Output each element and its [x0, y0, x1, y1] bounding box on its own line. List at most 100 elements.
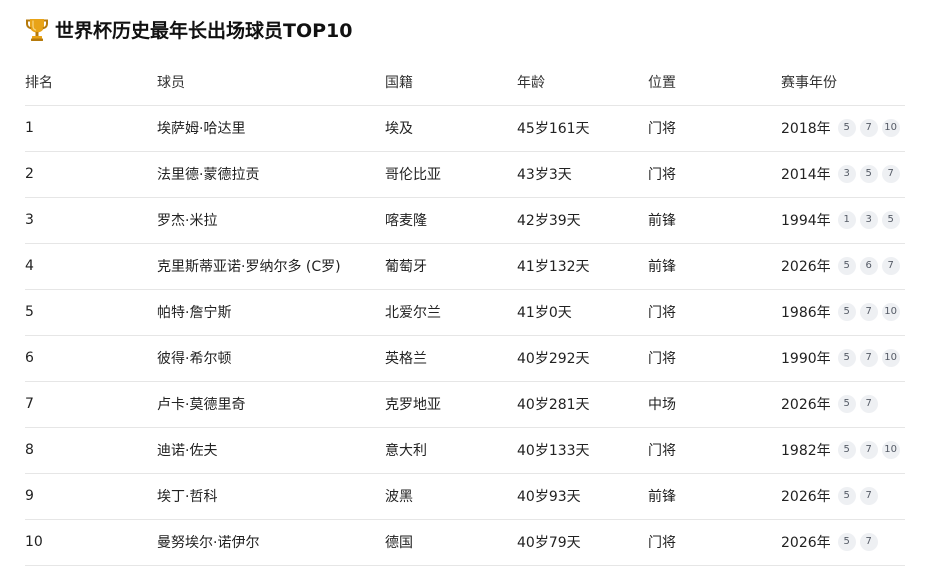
- title-row: 世界杯历史最年长出场球员TOP10: [25, 14, 352, 44]
- count-badge: 6: [859, 257, 878, 275]
- position-cell: 中场: [648, 397, 676, 413]
- count-badge: 7: [859, 349, 878, 367]
- rank-cell: 5: [25, 304, 34, 320]
- tournament-years-cell: 2026年 5 7: [781, 381, 905, 427]
- rank-cell: 4: [25, 258, 34, 274]
- age-cell: 43岁3天: [517, 167, 572, 183]
- rank-cell: 2: [25, 166, 34, 182]
- tournament-year: 1994年: [781, 213, 831, 229]
- tournament-years: 1986年 5 7 10: [781, 302, 905, 322]
- nationality-cell: 德国: [385, 535, 413, 551]
- table-body: 1 埃萨姆·哈达里 埃及 45岁161天 门将 2018年 5 7 10 2 法里德·蒙德拉贡 哥伦比…: [25, 105, 905, 565]
- tournament-years: 2026年 5 7: [781, 394, 905, 414]
- table-row: 3 罗杰·米拉 喀麦隆 42岁39天 前锋 1994年 1 3 5: [25, 197, 905, 243]
- position-cell: 前锋: [648, 259, 676, 275]
- position-cell: 门将: [648, 305, 676, 321]
- nationality-cell: 英格兰: [385, 351, 427, 367]
- header-position: 位置: [648, 75, 676, 92]
- player-name: 迪诺·佐夫: [157, 443, 218, 459]
- count-badge: 10: [881, 441, 900, 459]
- age-cell: 41岁132天: [517, 259, 590, 275]
- tournament-year: 2026年: [781, 259, 831, 275]
- nationality-cell: 葡萄牙: [385, 259, 427, 275]
- tournament-years-cell: 1982年 5 7 10: [781, 427, 905, 473]
- nationality-cell: 波黑: [385, 489, 413, 505]
- player-name: 卢卡·莫德里奇: [157, 397, 246, 413]
- tournament-year: 1982年: [781, 443, 831, 459]
- tournament-year: 2026年: [781, 489, 831, 505]
- tournament-years: 1982年 5 7 10: [781, 440, 905, 460]
- position-cell: 前锋: [648, 213, 676, 229]
- tournament-year: 1990年: [781, 351, 831, 367]
- tournament-years-cell: 1986年 5 7 10: [781, 289, 905, 335]
- count-badge: 7: [859, 441, 878, 459]
- age-cell: 40岁79天: [517, 535, 581, 551]
- age-cell: 42岁39天: [517, 213, 581, 229]
- tournament-years: 2018年 5 7 10: [781, 118, 905, 138]
- count-badge: 5: [859, 165, 878, 183]
- page-title: 世界杯历史最年长出场球员TOP10: [55, 19, 353, 42]
- player-name: 埃萨姆·哈达里: [157, 121, 246, 137]
- position-cell: 门将: [648, 443, 676, 459]
- tournament-years: 2026年 5 7: [781, 486, 905, 506]
- player-name: 彼得·希尔顿: [157, 351, 232, 367]
- rank-cell: 8: [25, 442, 34, 458]
- count-badge: 3: [837, 165, 856, 183]
- count-badge: 7: [859, 533, 878, 551]
- nationality-cell: 克罗地亚: [385, 397, 441, 413]
- count-badge: 7: [881, 165, 900, 183]
- tournament-years: 1994年 1 3 5: [781, 210, 905, 230]
- age-cell: 41岁0天: [517, 305, 572, 321]
- count-badge: 5: [837, 441, 856, 459]
- count-badge: 5: [837, 257, 856, 275]
- count-badge: 5: [837, 349, 856, 367]
- table-header-row: 排名 球员 国籍 年龄 位置 赛事年份: [25, 60, 905, 105]
- table-row: 6 彼得·希尔顿 英格兰 40岁292天 门将 1990年 5 7 10: [25, 335, 905, 381]
- rank-cell: 6: [25, 350, 34, 366]
- table-row: 1 埃萨姆·哈达里 埃及 45岁161天 门将 2018年 5 7 10: [25, 105, 905, 151]
- header-tournament-years: 赛事年份: [781, 75, 837, 92]
- tournament-years-cell: 1990年 5 7 10: [781, 335, 905, 381]
- position-cell: 门将: [648, 121, 676, 137]
- player-name: 帕特·詹宁斯: [157, 305, 232, 321]
- tournament-year: 2018年: [781, 121, 831, 137]
- player-name: 曼努埃尔·诺伊尔: [157, 535, 260, 551]
- age-cell: 40岁133天: [517, 443, 590, 459]
- rank-cell: 3: [25, 212, 34, 228]
- count-badge: 7: [859, 487, 878, 505]
- tournament-year: 2026年: [781, 397, 831, 413]
- player-name: 克里斯蒂亚诺·罗纳尔多 (C罗): [157, 259, 341, 275]
- count-badge: 3: [859, 211, 878, 229]
- age-cell: 40岁93天: [517, 489, 581, 505]
- position-cell: 门将: [648, 351, 676, 367]
- rank-cell: 9: [25, 488, 34, 504]
- rank-cell: 7: [25, 396, 34, 412]
- tournament-years-cell: 2026年 5 7: [781, 473, 905, 519]
- count-badge: 7: [859, 303, 878, 321]
- tournament-years: 2026年 5 6 7: [781, 256, 905, 276]
- nationality-cell: 北爱尔兰: [385, 305, 441, 321]
- player-name: 罗杰·米拉: [157, 213, 218, 229]
- count-badge: 10: [881, 119, 900, 137]
- table-row: 2 法里德·蒙德拉贡 哥伦比亚 43岁3天 门将 2014年 3 5 7: [25, 151, 905, 197]
- count-badge: 7: [881, 257, 900, 275]
- tournament-year: 2026年: [781, 535, 831, 551]
- count-badge: 5: [837, 533, 856, 551]
- count-badge: 5: [837, 119, 856, 137]
- trophy-icon: [26, 19, 48, 41]
- count-badge: 5: [837, 487, 856, 505]
- table-row: 4 克里斯蒂亚诺·罗纳尔多 (C罗) 葡萄牙 41岁132天 前锋 2026年 5 6 7: [25, 243, 905, 289]
- age-cell: 45岁161天: [517, 121, 590, 137]
- age-cell: 40岁292天: [517, 351, 590, 367]
- table-row: 9 埃丁·哲科 波黑 40岁93天 前锋 2026年 5 7: [25, 473, 905, 519]
- nationality-cell: 喀麦隆: [385, 213, 427, 229]
- count-badge: 7: [859, 119, 878, 137]
- count-badge: 5: [837, 303, 856, 321]
- tournament-years: 2014年 3 5 7: [781, 164, 905, 184]
- table-row: 10 曼努埃尔·诺伊尔 德国 40岁79天 门将 2026年 5 7: [25, 519, 905, 565]
- tournament-years-cell: 2014年 3 5 7: [781, 151, 905, 197]
- player-name: 法里德·蒙德拉贡: [157, 167, 260, 183]
- count-badge: 5: [837, 395, 856, 413]
- table-row: 5 帕特·詹宁斯 北爱尔兰 41岁0天 门将 1986年 5 7 10: [25, 289, 905, 335]
- count-badge: 10: [881, 349, 900, 367]
